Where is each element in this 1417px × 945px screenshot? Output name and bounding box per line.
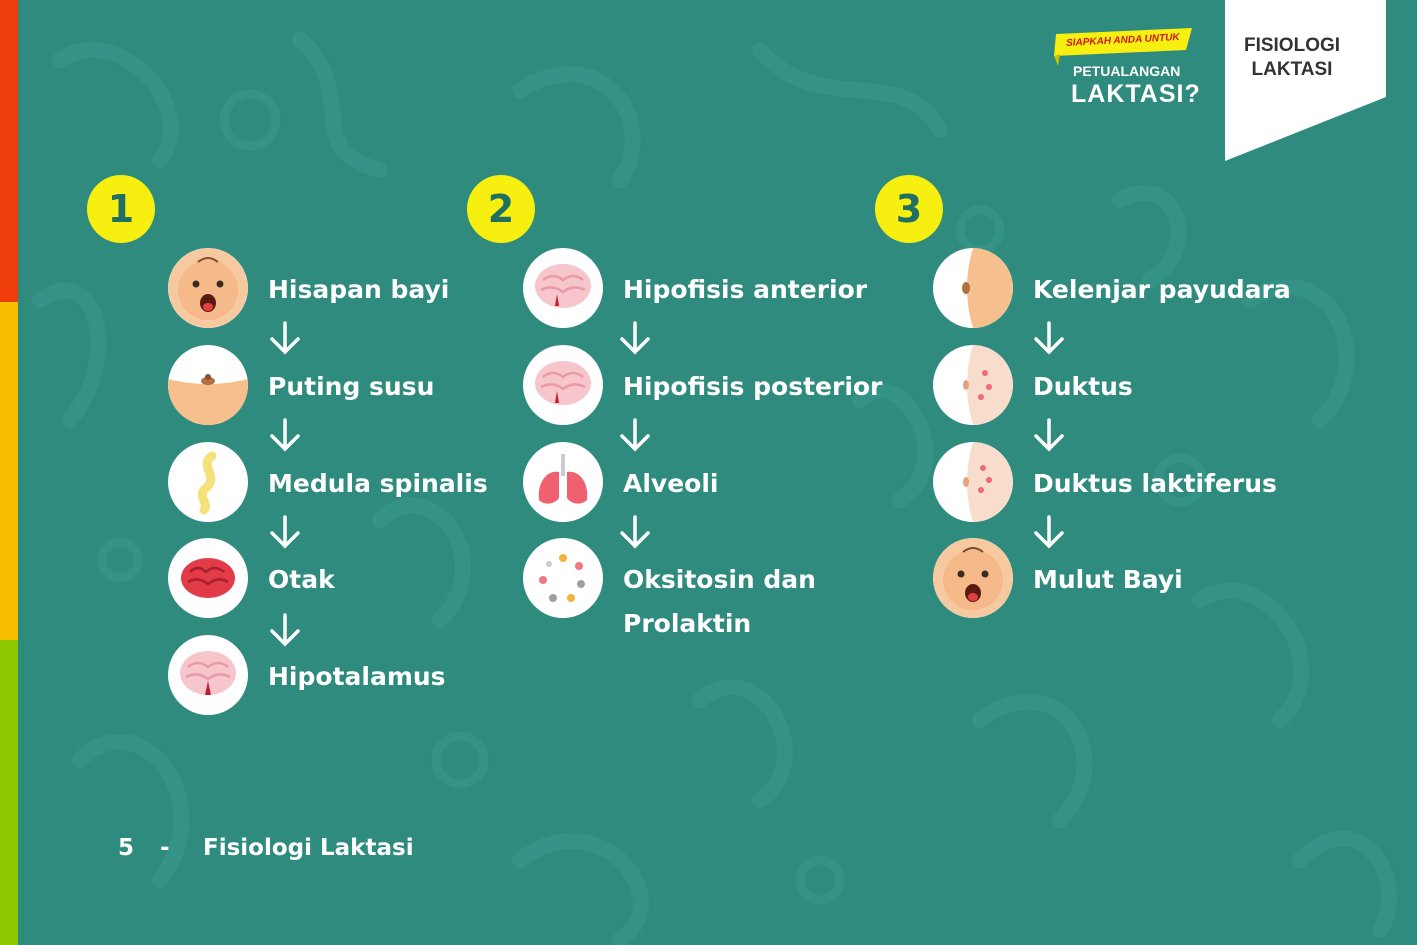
baby-face-icon (933, 538, 1013, 618)
stripe-yellow (0, 302, 18, 640)
step-number-3: 3 (875, 175, 943, 243)
step-label: Puting susu (268, 372, 435, 401)
step-label: Mulut Bayi (1033, 565, 1183, 594)
arrow-down-icon (1034, 321, 1064, 355)
stripe-green (0, 640, 18, 945)
step-number-1: 1 (87, 175, 155, 243)
arrow-down-icon (620, 418, 650, 452)
arrow-down-icon (620, 321, 650, 355)
lungs-icon (523, 442, 603, 522)
footer-separator: - (160, 835, 170, 861)
footer-title: Fisiologi Laktasi (203, 835, 414, 861)
pituitary-icon (523, 248, 603, 328)
arrow-down-icon (270, 613, 300, 647)
step-label: Oksitosin dan Prolaktin (623, 565, 816, 638)
footer-page-number: 5 (118, 835, 135, 861)
step-label: Duktus (1033, 372, 1133, 401)
step-label: Duktus laktiferus (1033, 469, 1277, 498)
arrow-down-icon (620, 515, 650, 549)
brain-icon (168, 538, 248, 618)
stripe-red (0, 0, 18, 302)
arrow-down-icon (1034, 418, 1064, 452)
pituitary-icon (523, 345, 603, 425)
header-tag-line2: LAKTASI (1251, 59, 1333, 80)
arrow-down-icon (1034, 515, 1064, 549)
nipple-icon (168, 345, 248, 425)
step-label: Medula spinalis (268, 469, 488, 498)
slide: FISIOLOGI LAKTASI SIAPKAH ANDA UNTUK PET… (0, 0, 1417, 945)
spinal-cord-icon (168, 442, 248, 522)
duct-icon (933, 442, 1013, 522)
baby-face-icon (168, 248, 248, 328)
step-label: Alveoli (623, 469, 719, 498)
hypothalamus-icon (168, 635, 248, 715)
step-label: Hisapan bayi (268, 275, 450, 304)
logo-mid-text: PETUALANGAN (1073, 63, 1181, 79)
header-tag-line1: FISIOLOGI (1243, 35, 1341, 56)
step-number-2: 2 (467, 175, 535, 243)
step-label: Hipofisis posterior (623, 372, 883, 401)
step-label: Otak (268, 565, 335, 594)
step-label: Hipotalamus (268, 662, 446, 691)
arrow-down-icon (270, 515, 300, 549)
logo-big-text: LAKTASI? (1071, 80, 1201, 108)
step-label: Kelenjar payudara (1033, 275, 1291, 304)
breast-icon (933, 248, 1013, 328)
header-tag-text: FISIOLOGI LAKTASI (1225, 34, 1359, 82)
step-label: Hipofisis anterior (623, 275, 868, 304)
duct-icon (933, 345, 1013, 425)
hormone-dots-icon (523, 538, 603, 618)
arrow-down-icon (270, 321, 300, 355)
arrow-down-icon (270, 418, 300, 452)
